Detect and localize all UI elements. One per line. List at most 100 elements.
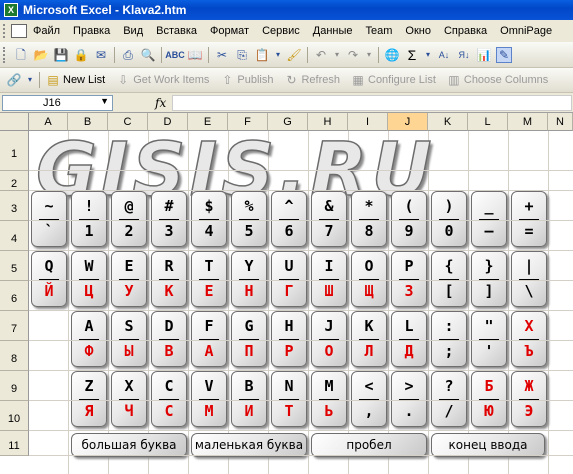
key-row4-11[interactable]: ЖЭ (511, 371, 547, 427)
chevron-down-icon[interactable]: ▼ (100, 96, 109, 106)
row-header-7[interactable]: 7 (0, 311, 29, 341)
key-row1-1[interactable]: ! 1 (71, 191, 107, 247)
end-input-button[interactable]: конец ввода (431, 433, 545, 457)
key-row3-3[interactable]: FА (191, 311, 227, 367)
row-header-4[interactable]: 4 (0, 221, 29, 251)
copy-icon[interactable]: ⎘ (234, 47, 250, 63)
dropdown-arrow-icon[interactable]: ▾ (26, 72, 34, 88)
new-list-button[interactable]: ▤ New List (43, 72, 105, 88)
column-header-m[interactable]: M (508, 113, 548, 131)
menu-insert[interactable]: Вставка (156, 25, 197, 37)
dropdown-arrow-icon[interactable]: ▾ (333, 47, 341, 63)
sort-ascending-icon[interactable]: A↓ (436, 47, 452, 63)
key-row2-7[interactable]: IШ (311, 251, 347, 307)
key-row3-1[interactable]: SЫ (111, 311, 147, 367)
autosum-icon[interactable]: Σ (404, 47, 420, 63)
name-box[interactable]: J16 ▼ (2, 95, 113, 111)
key-row4-1[interactable]: XЧ (111, 371, 147, 427)
toolbar-grip[interactable] (3, 24, 7, 38)
drawing-icon[interactable]: ✎ (496, 46, 512, 63)
key-row4-8[interactable]: >. (391, 371, 427, 427)
dropdown-arrow-icon[interactable]: ▾ (424, 47, 432, 63)
key-row3-5[interactable]: HР (271, 311, 307, 367)
menu-view[interactable]: Вид (123, 25, 143, 37)
sort-descending-icon[interactable]: Я↓ (456, 47, 472, 63)
menu-team[interactable]: Team (366, 25, 393, 37)
key-row1-0[interactable]: ~ ` (31, 191, 67, 247)
publish-button[interactable]: ⇧ Publish (217, 72, 273, 88)
menu-omnipage[interactable]: OmniPage (500, 25, 552, 37)
key-row2-5[interactable]: YН (231, 251, 267, 307)
menu-file[interactable]: Файл (33, 25, 60, 37)
toolbar-grip[interactable] (3, 46, 7, 63)
key-row4-6[interactable]: MЬ (311, 371, 347, 427)
research-icon[interactable]: 📖 (187, 47, 203, 63)
key-row2-11[interactable]: }] (471, 251, 507, 307)
format-painter-icon[interactable]: 🖌 (286, 47, 302, 63)
key-row4-5[interactable]: NТ (271, 371, 307, 427)
print-icon[interactable]: ⎙ (120, 47, 136, 63)
key-row4-3[interactable]: VМ (191, 371, 227, 427)
key-row4-4[interactable]: BИ (231, 371, 267, 427)
row-header-11[interactable]: 11 (0, 431, 29, 456)
key-row2-6[interactable]: UГ (271, 251, 307, 307)
team-connect-icon[interactable]: 🔗 (6, 72, 22, 88)
key-row4-9[interactable]: ? / (431, 371, 467, 427)
key-row2-9[interactable]: PЗ (391, 251, 427, 307)
open-folder-icon[interactable]: 📂 (33, 47, 49, 63)
document-icon[interactable] (11, 24, 27, 38)
key-row1-4[interactable]: $4 (191, 191, 227, 247)
key-row3-0[interactable]: AФ (71, 311, 107, 367)
select-all-corner[interactable] (0, 113, 29, 131)
row-header-8[interactable]: 8 (0, 341, 29, 371)
dropdown-arrow-icon[interactable]: ▾ (274, 47, 282, 63)
choose-columns-button[interactable]: ▥ Choose Columns (444, 72, 548, 88)
paste-icon[interactable]: 📋 (254, 47, 270, 63)
key-row3-7[interactable]: KЛ (351, 311, 387, 367)
key-row4-10[interactable]: БЮ (471, 371, 507, 427)
menu-window[interactable]: Окно (405, 25, 431, 37)
get-work-items-button[interactable]: ⇩ Get Work Items (113, 72, 209, 88)
uppercase-button[interactable]: большая буква (71, 433, 187, 457)
key-row3-8[interactable]: LД (391, 311, 427, 367)
chart-wizard-icon[interactable]: 📊 (476, 47, 492, 63)
key-row2-0[interactable]: QЙ (31, 251, 67, 307)
configure-list-button[interactable]: ▦ Configure List (348, 72, 436, 88)
redo-icon[interactable]: ↷ (345, 47, 361, 63)
spelling-icon[interactable]: ABC (165, 47, 185, 63)
key-row1-8[interactable]: * 8 (351, 191, 387, 247)
key-row3-9[interactable]: :; (431, 311, 467, 367)
key-row1-11[interactable]: _ – (471, 191, 507, 247)
column-header-n[interactable]: N (548, 113, 573, 131)
row-header-10[interactable]: 10 (0, 401, 29, 431)
key-row1-7[interactable]: & 7 (311, 191, 347, 247)
row-header-1[interactable]: 1 (0, 131, 29, 171)
menu-data[interactable]: Данные (313, 25, 353, 37)
column-header-l[interactable]: L (468, 113, 508, 131)
menu-format[interactable]: Формат (210, 25, 249, 37)
key-row1-12[interactable]: + = (511, 191, 547, 247)
dropdown-arrow-icon[interactable]: ▾ (365, 47, 373, 63)
email-icon[interactable]: ✉ (93, 47, 109, 63)
hyperlink-icon[interactable]: 🌐 (384, 47, 400, 63)
save-icon[interactable]: 💾 (53, 47, 69, 63)
key-row1-9[interactable]: (9 (391, 191, 427, 247)
key-row3-4[interactable]: GП (231, 311, 267, 367)
key-row2-1[interactable]: WЦ (71, 251, 107, 307)
key-row2-12[interactable]: | \ (511, 251, 547, 307)
row-header-6[interactable]: 6 (0, 281, 29, 311)
key-row3-6[interactable]: JО (311, 311, 347, 367)
undo-icon[interactable]: ↶ (313, 47, 329, 63)
print-preview-icon[interactable]: 🔍 (140, 47, 156, 63)
permission-icon[interactable]: 🔒 (73, 47, 89, 63)
key-row2-8[interactable]: OЩ (351, 251, 387, 307)
key-row4-7[interactable]: <, (351, 371, 387, 427)
new-document-icon[interactable]: 🗋 (13, 47, 29, 63)
menu-help[interactable]: Справка (444, 25, 487, 37)
lowercase-button[interactable]: маленькая буква (191, 433, 307, 457)
menu-edit[interactable]: Правка (73, 25, 110, 37)
key-row4-2[interactable]: CС (151, 371, 187, 427)
key-row2-2[interactable]: EУ (111, 251, 147, 307)
key-row3-10[interactable]: " ' (471, 311, 507, 367)
space-button[interactable]: пробел (311, 433, 427, 457)
